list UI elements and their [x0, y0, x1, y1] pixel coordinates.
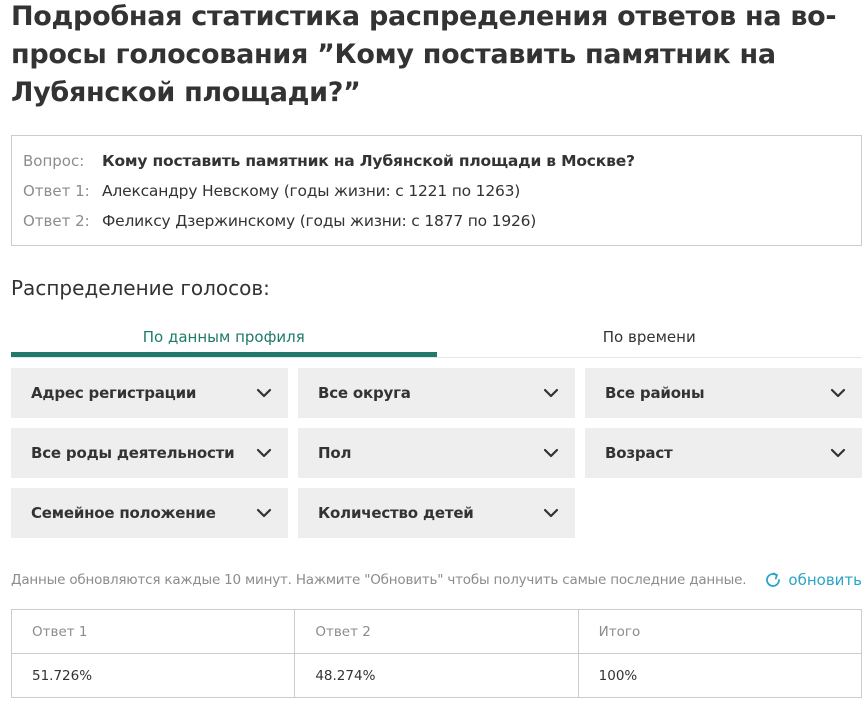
question-text: Кому поставить памятник на Лубянской пло… [102, 152, 635, 170]
update-row: Данные обновляются каждые 10 минут. Нажм… [11, 570, 862, 590]
answer-1-label: Ответ 1: [23, 182, 90, 200]
question-box: Вопрос: Кому поставить памятник на Лубян… [11, 135, 862, 246]
refresh-label: обновить [788, 571, 862, 589]
update-note: Данные обновляются каждые 10 минут. Нажм… [11, 572, 747, 588]
chevron-down-icon [830, 388, 846, 398]
filter-label: Адрес регистрации [31, 384, 197, 402]
tab-profile[interactable]: По данным профиля [11, 320, 437, 357]
results-table: Ответ 1 Ответ 2 Итого 51.726% 48.274% 10… [10, 609, 863, 698]
answer-2-label: Ответ 2: [23, 212, 90, 230]
refresh-icon [766, 572, 781, 587]
answer-1-text: Александру Невскому (годы жизни: с 1221 … [102, 182, 521, 200]
chevron-down-icon [256, 388, 272, 398]
table-row: 51.726% 48.274% 100% [10, 653, 863, 698]
chevron-down-icon [543, 508, 559, 518]
filter-gender[interactable]: Пол [298, 428, 575, 478]
answer-1-row: Ответ 1: Александру Невскому (годы жизни… [23, 176, 861, 206]
results-header-answer-2: Ответ 2 [294, 609, 579, 654]
chevron-down-icon [256, 448, 272, 458]
question-row: Вопрос: Кому поставить памятник на Лубян… [23, 146, 861, 176]
chevron-down-icon [256, 508, 272, 518]
filter-label: Пол [318, 444, 352, 462]
filter-marital-status[interactable]: Семейное положение [11, 488, 288, 538]
filters-grid: Адрес регистрации Все округа Все районы … [11, 368, 862, 538]
chevron-down-icon [830, 448, 846, 458]
filter-age[interactable]: Возраст [585, 428, 862, 478]
filter-label: Количество детей [318, 504, 474, 522]
results-value-answer-1: 51.726% [10, 653, 296, 698]
filter-okrug[interactable]: Все округа [298, 368, 575, 418]
results-header-answer-1: Ответ 1 [10, 609, 296, 654]
filter-label: Семейное положение [31, 504, 216, 522]
results-header-total: Итого [577, 609, 863, 654]
filter-label: Все роды деятельности [31, 444, 235, 462]
distribution-title: Распределение голосов: [11, 276, 270, 300]
chevron-down-icon [543, 448, 559, 458]
results-value-answer-2: 48.274% [294, 653, 579, 698]
distribution-tabs: По данным профиля По времени [11, 320, 862, 358]
answer-2-text: Феликсу Дзержинскому (годы жизни: с 1877… [102, 212, 537, 230]
chevron-down-icon [543, 388, 559, 398]
filter-occupation[interactable]: Все роды деятельности [11, 428, 288, 478]
filter-label: Все округа [318, 384, 411, 402]
results-value-total: 100% [577, 653, 863, 698]
filter-label: Возраст [605, 444, 673, 462]
filter-registration-address[interactable]: Адрес регистрации [11, 368, 288, 418]
question-label: Вопрос: [23, 152, 85, 170]
filter-label: Все районы [605, 384, 705, 402]
filter-children-count[interactable]: Количество детей [298, 488, 575, 538]
refresh-button[interactable]: обновить [764, 571, 862, 589]
tab-time[interactable]: По времени [437, 320, 863, 357]
filter-district[interactable]: Все районы [585, 368, 862, 418]
answer-2-row: Ответ 2: Феликсу Дзержинскому (годы жизн… [23, 206, 861, 236]
results-header-row: Ответ 1 Ответ 2 Итого [10, 609, 863, 654]
page-title: Подробная статистика распределения ответ… [11, 1, 837, 108]
page: Подробная статистика распределения ответ… [0, 0, 866, 718]
